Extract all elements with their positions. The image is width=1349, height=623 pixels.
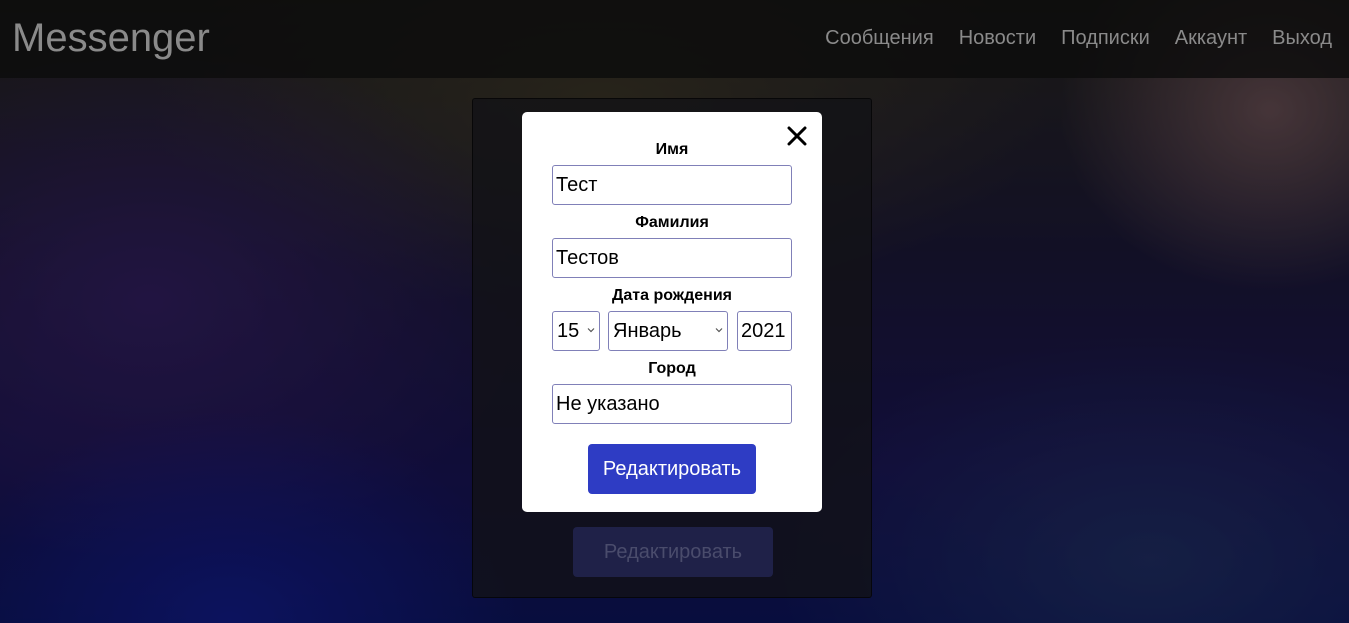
city-input[interactable]: Не указано: [552, 384, 792, 424]
birth-year-value: 2021: [741, 320, 786, 342]
birth-day-value: 15: [557, 320, 580, 342]
birth-year-input[interactable]: 2021: [737, 311, 792, 351]
last-name-input[interactable]: Тестов: [552, 238, 792, 278]
nav-item-news[interactable]: Новости: [959, 24, 1036, 52]
nav-item-subscriptions[interactable]: Подписки: [1061, 24, 1150, 52]
nav-item-account[interactable]: Аккаунт: [1175, 24, 1247, 52]
first-name-label: Имя: [655, 141, 689, 158]
header: Messenger Сообщения Новости Подписки Акк…: [0, 0, 1349, 78]
top-nav: Сообщения Новости Подписки Аккаунт Выход: [825, 24, 1332, 52]
chevron-down-icon: [715, 328, 723, 333]
submit-edit-button[interactable]: Редактировать: [588, 444, 756, 494]
nav-item-logout[interactable]: Выход: [1272, 24, 1332, 52]
first-name-input[interactable]: Тест: [552, 165, 792, 205]
birth-day-select[interactable]: 15: [552, 311, 600, 351]
birth-month-select[interactable]: Январь: [608, 311, 728, 351]
nav-item-messages[interactable]: Сообщения: [825, 24, 934, 52]
card-edit-button[interactable]: Редактировать: [573, 527, 773, 577]
birth-month-value: Январь: [613, 320, 682, 342]
birth-date-label: Дата рождения: [611, 287, 733, 304]
edit-profile-modal: Имя Тест Фамилия Тестов Дата рождения 15…: [522, 112, 822, 512]
city-label: Город: [648, 360, 696, 377]
last-name-label: Фамилия: [635, 214, 709, 231]
app-logo[interactable]: Messenger: [12, 14, 210, 62]
chevron-down-icon: [587, 328, 595, 333]
